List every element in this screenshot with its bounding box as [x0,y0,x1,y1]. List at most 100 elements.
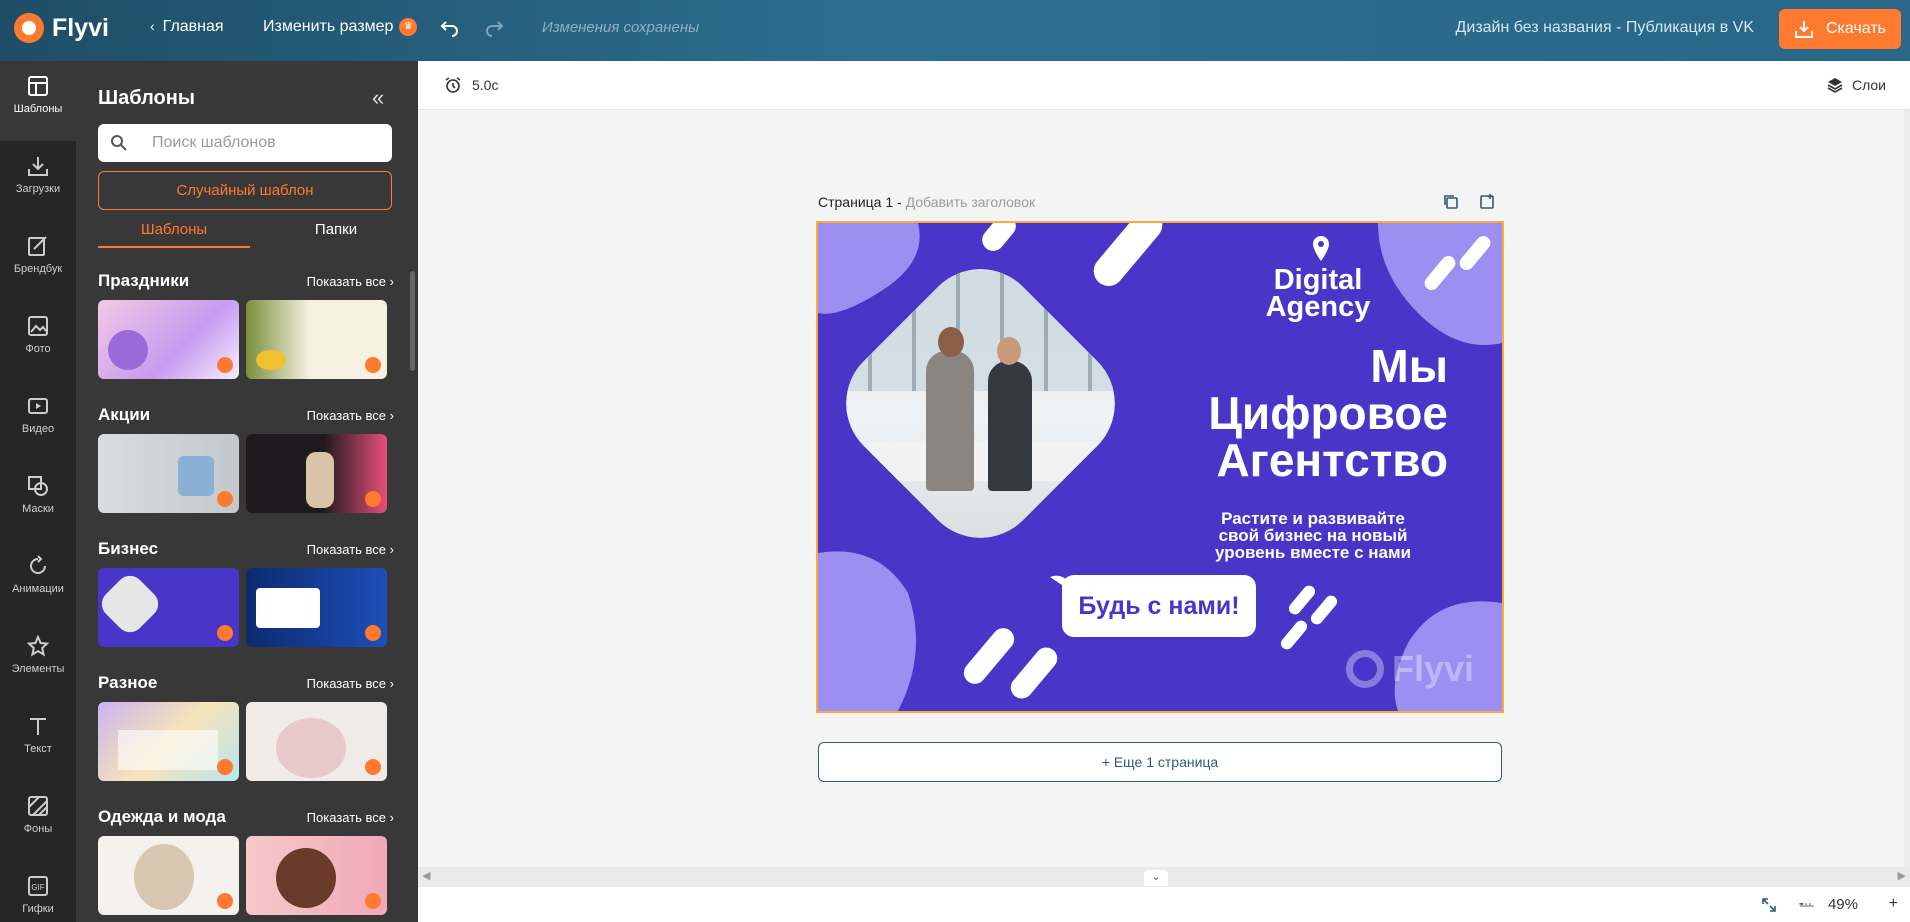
logo-text: Flyvi [52,13,109,42]
template-thumbnail[interactable] [246,836,387,915]
crown-icon [217,893,233,909]
animation-icon [30,555,46,574]
template-thumbnail[interactable] [246,568,387,647]
redo-icon [486,21,504,37]
background-icon [28,796,48,816]
cta-bubble[interactable]: Будь с нами! [1062,575,1256,637]
chevron-left-icon: ‹ [150,18,155,34]
text-icon [30,718,46,735]
canvas-area: 5.0с Слои Страница 1 - Добавить заголово… [418,61,1910,922]
redo-button[interactable] [484,17,504,42]
add-page-button[interactable]: + Еще 1 страница [818,742,1502,782]
rail-label: Видео [21,423,55,435]
rail-item-animations[interactable]: Анимации [0,541,76,621]
category-title: Разное [98,673,158,692]
template-thumbnail[interactable] [246,434,387,513]
brand-line-1: Digital [1273,264,1363,296]
brandbook-icon [28,236,47,256]
rail-item-photo[interactable]: Фото [0,301,76,381]
template-thumbnail[interactable] [98,300,239,379]
logo[interactable]: Flyvi [14,13,109,43]
thumbnail-graphic [118,730,218,770]
rail-label: Анимации [12,583,64,595]
undo-button[interactable] [440,17,460,42]
design-artboard[interactable]: Digital Agency Мы Цифровое Агентство Рас… [816,221,1504,713]
tab-underline [98,246,250,248]
crown-icon [365,625,381,641]
zoom-in-button[interactable]: + [1889,895,1898,913]
upload-icon [28,157,48,176]
rail-item-text[interactable]: Текст [0,701,76,781]
layers-button[interactable]: Слои [1826,76,1886,94]
tab-folders[interactable]: Папки [276,221,396,238]
rail-item-masks[interactable]: Маски [0,461,76,541]
rail-label: Фото [25,343,51,355]
zoom-level[interactable]: 49% [1828,896,1858,913]
headline-line-2: Цифровое [1208,387,1448,439]
rail-item-video[interactable]: Видео [0,381,76,461]
horizontal-scrollbar[interactable]: ◀ ⌄ ▶ [418,867,1910,886]
panel-scrollbar[interactable] [410,271,415,371]
resize-button[interactable]: Изменить размер ♛ [263,18,418,36]
duplicate-page-icon[interactable] [1442,193,1460,211]
crown-icon [365,491,381,507]
template-thumbnail[interactable] [98,702,239,781]
video-icon [28,398,48,414]
star-icon [27,635,49,657]
show-all-link[interactable]: Показать все › [307,810,394,825]
add-page-icon[interactable] [1478,193,1496,211]
download-icon [1795,21,1813,38]
duration-control[interactable]: 5.0с [444,76,498,94]
category-title: Акции [98,405,151,424]
tab-templates[interactable]: Шаблоны [98,221,250,238]
template-thumbnail[interactable] [98,434,239,513]
search-icon [111,135,127,151]
random-template-button[interactable]: Случайный шаблон [98,171,392,210]
crown-icon [365,893,381,909]
fullscreen-icon[interactable] [1760,896,1778,914]
collapse-timeline-button[interactable]: ⌄ [1144,870,1168,886]
home-link[interactable]: ‹ Главная [150,18,224,36]
collapse-panel-icon[interactable]: « [372,85,384,111]
mask-icon [28,476,48,496]
templates-panel: Шаблоны « Поиск шаблонов Случайный шабло… [76,61,418,922]
thumbnail-graphic [306,452,334,508]
rail-label: Фоны [23,823,53,835]
rail-item-brandbook[interactable]: Брендбук [0,221,76,301]
rail-item-templates[interactable]: Шаблоны [0,61,76,141]
template-thumbnail[interactable] [246,702,387,781]
layers-label: Слои [1851,77,1886,93]
left-rail: Шаблоны Загрузки Брендбук Фото Видео Мас… [0,61,76,922]
scroll-left-icon[interactable]: ◀ [422,869,430,882]
rail-item-uploads[interactable]: Загрузки [0,141,76,221]
template-thumbnail[interactable] [98,568,239,647]
rail-item-backgrounds[interactable]: Фоны [0,781,76,861]
person-left-head [938,327,964,357]
crown-icon [217,625,233,641]
page-title-input[interactable]: Добавить заголовок [906,194,1036,210]
zoom-out-button[interactable]: - [1799,895,1804,913]
vertical-scrollbar[interactable] [1904,110,1910,867]
show-all-link[interactable]: Показать все › [307,542,394,557]
search-input[interactable]: Поиск шаблонов [98,124,392,162]
template-thumbnail[interactable] [98,836,239,915]
show-all-link[interactable]: Показать все › [307,408,394,423]
crown-icon: ♛ [399,18,418,36]
show-all-label: Показать все [306,274,387,289]
design-title[interactable]: Дизайн без названия - Публикация в VK [1456,19,1754,37]
rail-item-gifs[interactable]: GIF Гифки [0,861,76,922]
template-thumbnail[interactable] [246,300,387,379]
watermark-logo-icon [1346,650,1384,688]
layers-icon [1827,78,1843,93]
alarm-clock-icon [445,77,461,93]
download-button[interactable]: Скачать [1779,9,1901,49]
rail-item-elements[interactable]: Элементы [0,621,76,701]
thumbnail-graphic [98,570,164,638]
rail-label: Загрузки [15,183,61,195]
show-all-label: Показать все [306,810,387,825]
cta-bubble-tail [1050,575,1068,589]
show-all-link[interactable]: Показать все › [307,274,394,289]
scroll-right-icon[interactable]: ▶ [1898,869,1906,882]
show-all-link[interactable]: Показать все › [307,676,394,691]
headline: Мы Цифровое Агентство [1118,343,1448,484]
